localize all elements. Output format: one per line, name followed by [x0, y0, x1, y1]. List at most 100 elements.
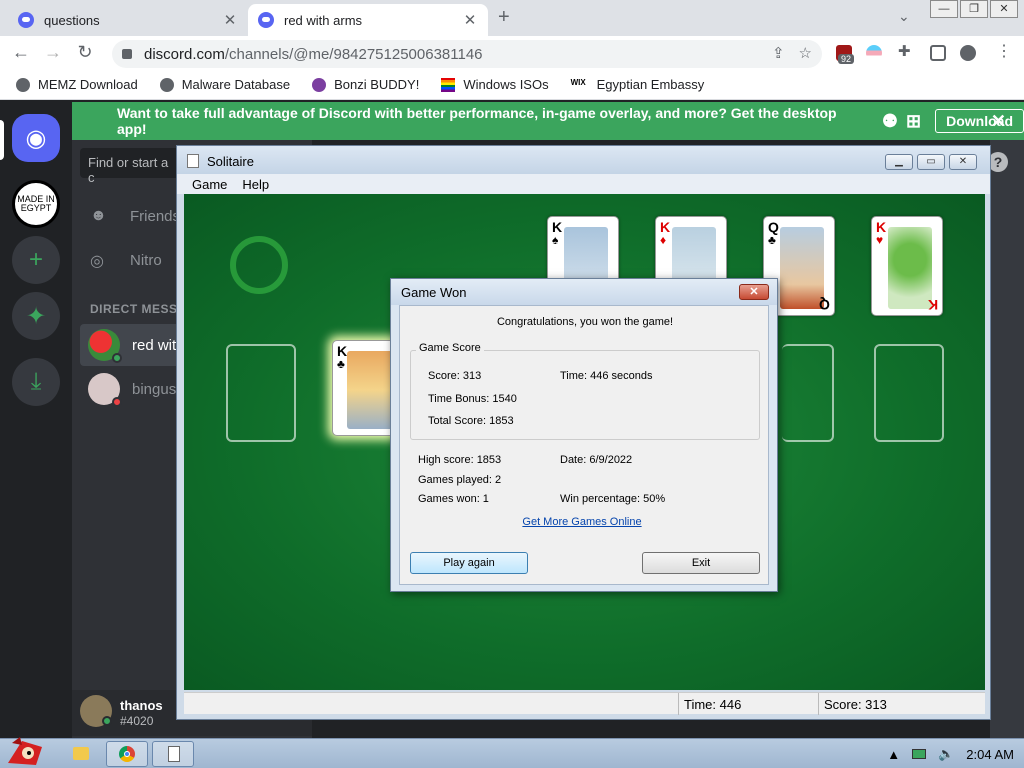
- exit-button[interactable]: Exit: [642, 552, 760, 574]
- stock-recycle-icon[interactable]: [230, 236, 288, 294]
- puzzle-icon[interactable]: ✚: [898, 42, 914, 60]
- server-egypt[interactable]: MADE IN EGYPT: [12, 180, 60, 228]
- search-input[interactable]: Find or start a c: [80, 148, 184, 185]
- discord-home-icon[interactable]: ◉: [12, 114, 60, 162]
- server-badge: MADE IN EGYPT: [17, 194, 55, 213]
- system-tray: ▲ 🔈 2:04 AM: [887, 746, 1014, 762]
- bookmark-egypt[interactable]: WIX Egyptian Embassy: [571, 77, 705, 92]
- play-again-button[interactable]: Play again: [410, 552, 528, 574]
- minimize-button[interactable]: ▁: [885, 154, 913, 170]
- nav-friends[interactable]: ☻ Friends: [90, 207, 180, 225]
- start-button[interactable]: [2, 733, 48, 768]
- score-value: Score: 313: [428, 370, 482, 382]
- download-banner: Want to take full advantage of Discord w…: [72, 102, 1024, 140]
- card-art: [347, 351, 393, 429]
- close-window-button[interactable]: ✕: [990, 0, 1018, 18]
- chevron-down-icon[interactable]: ⌄: [898, 8, 910, 25]
- sidepanel-icon[interactable]: [930, 45, 946, 61]
- clock[interactable]: 2:04 AM: [966, 747, 1014, 762]
- chrome-icon[interactable]: [106, 741, 148, 767]
- android-icon: ⚉: [881, 110, 899, 131]
- dm-name: red wit: [132, 336, 177, 354]
- tab-questions[interactable]: questions ✕: [8, 4, 248, 36]
- menu-icon[interactable]: ⋮: [996, 41, 1012, 60]
- discord-icon: [258, 12, 274, 28]
- bookmark-label: Egyptian Embassy: [596, 77, 705, 92]
- card-suit: ♣: [337, 357, 345, 371]
- dialog-titlebar[interactable]: Game Won ✕: [391, 279, 777, 305]
- bookmark-bonzi[interactable]: Bonzi BUDDY!: [312, 77, 419, 92]
- tableau-slot[interactable]: [874, 344, 944, 442]
- explorer-icon[interactable]: [68, 741, 94, 767]
- download-button[interactable]: Download: [935, 109, 1024, 133]
- dm-bingus[interactable]: bingus: [80, 368, 180, 410]
- restore-button[interactable]: ❐: [960, 0, 988, 18]
- solitaire-icon: [187, 154, 199, 168]
- window-controls: — ❐ ✕: [928, 0, 1018, 18]
- share-icon[interactable]: ⇪: [772, 44, 785, 62]
- card-rank: K: [660, 219, 671, 235]
- card-rank: Q: [768, 219, 779, 235]
- forward-button[interactable]: →: [42, 42, 64, 63]
- solitaire-taskbar-icon[interactable]: [152, 741, 194, 767]
- wix-icon: WIX: [570, 77, 586, 87]
- foundation-card[interactable]: K ♥ K: [871, 216, 943, 316]
- bookmark-malware[interactable]: Malware Database: [159, 77, 290, 92]
- maximize-button[interactable]: ▭: [917, 154, 945, 170]
- close-icon[interactable]: ✕: [462, 11, 478, 29]
- chat-area: [990, 140, 1024, 738]
- username: thanos: [120, 698, 163, 713]
- close-button[interactable]: ✕: [949, 154, 977, 170]
- bookmark-windows[interactable]: Windows ISOs: [441, 77, 549, 92]
- high-score: High score: 1853: [418, 454, 502, 466]
- games-won: Games won: 1: [418, 493, 489, 505]
- avatar: [88, 373, 122, 407]
- dialog-body: Congratulations, you won the game! Game …: [399, 305, 769, 585]
- card-art: [888, 227, 932, 309]
- dm-red-with-arms[interactable]: red wit: [80, 324, 180, 366]
- friends-icon: ☻: [90, 207, 107, 224]
- lock-icon: [122, 49, 132, 59]
- address-bar[interactable]: discord.com/channels/@me/984275125006381…: [112, 40, 822, 68]
- tray-expand-icon[interactable]: ▲: [887, 747, 900, 762]
- more-games-link[interactable]: Get More Games Online: [400, 516, 764, 528]
- bonzi-icon: [312, 77, 327, 92]
- card-suit: ♠: [552, 233, 559, 247]
- help-icon[interactable]: ?: [988, 152, 1008, 172]
- tab-title: red with arms: [284, 12, 363, 28]
- card-suit: ♥: [876, 233, 884, 247]
- close-button[interactable]: ✕: [739, 284, 769, 300]
- bookmark-label: Bonzi BUDDY!: [334, 77, 420, 92]
- bookmark-label: Windows ISOs: [463, 77, 549, 92]
- battery-icon[interactable]: [912, 749, 927, 759]
- explore-icon[interactable]: ✦: [12, 292, 60, 340]
- new-tab-button[interactable]: +: [498, 6, 510, 29]
- discord-icon: [18, 12, 34, 28]
- moving-card[interactable]: K ♣: [332, 340, 398, 436]
- solitaire-titlebar[interactable]: Solitaire ▁ ▭ ✕: [177, 146, 990, 174]
- nav-nitro[interactable]: ◎ Nitro: [90, 251, 162, 271]
- extension-flag-icon[interactable]: [866, 45, 882, 61]
- profile-icon[interactable]: [960, 45, 976, 61]
- reload-button[interactable]: ↻: [74, 42, 96, 63]
- menu-game[interactable]: Game: [192, 177, 227, 192]
- card-rank: K: [337, 343, 348, 359]
- add-server-icon[interactable]: +: [12, 236, 60, 284]
- back-button[interactable]: ←: [10, 42, 32, 63]
- close-icon[interactable]: ✕: [991, 111, 1006, 132]
- tableau-slot[interactable]: [226, 344, 296, 442]
- menu-help[interactable]: Help: [242, 177, 269, 192]
- volume-icon[interactable]: 🔈: [938, 746, 954, 762]
- minimize-button[interactable]: —: [930, 0, 958, 18]
- dialog-title: Game Won: [401, 285, 467, 300]
- selected-indicator: [0, 120, 4, 160]
- nav-label: Friends: [130, 207, 181, 225]
- extension-badge: 92: [838, 54, 855, 64]
- download-icon[interactable]: ⤓: [12, 358, 60, 406]
- tab-title: questions: [44, 12, 100, 28]
- tableau-slot[interactable]: [782, 344, 834, 442]
- close-icon[interactable]: ✕: [222, 11, 238, 29]
- bookmark-memz[interactable]: MEMZ Download: [16, 77, 138, 92]
- star-icon[interactable]: ☆: [799, 44, 812, 62]
- tab-red-with-arms[interactable]: red with arms ✕: [248, 4, 488, 36]
